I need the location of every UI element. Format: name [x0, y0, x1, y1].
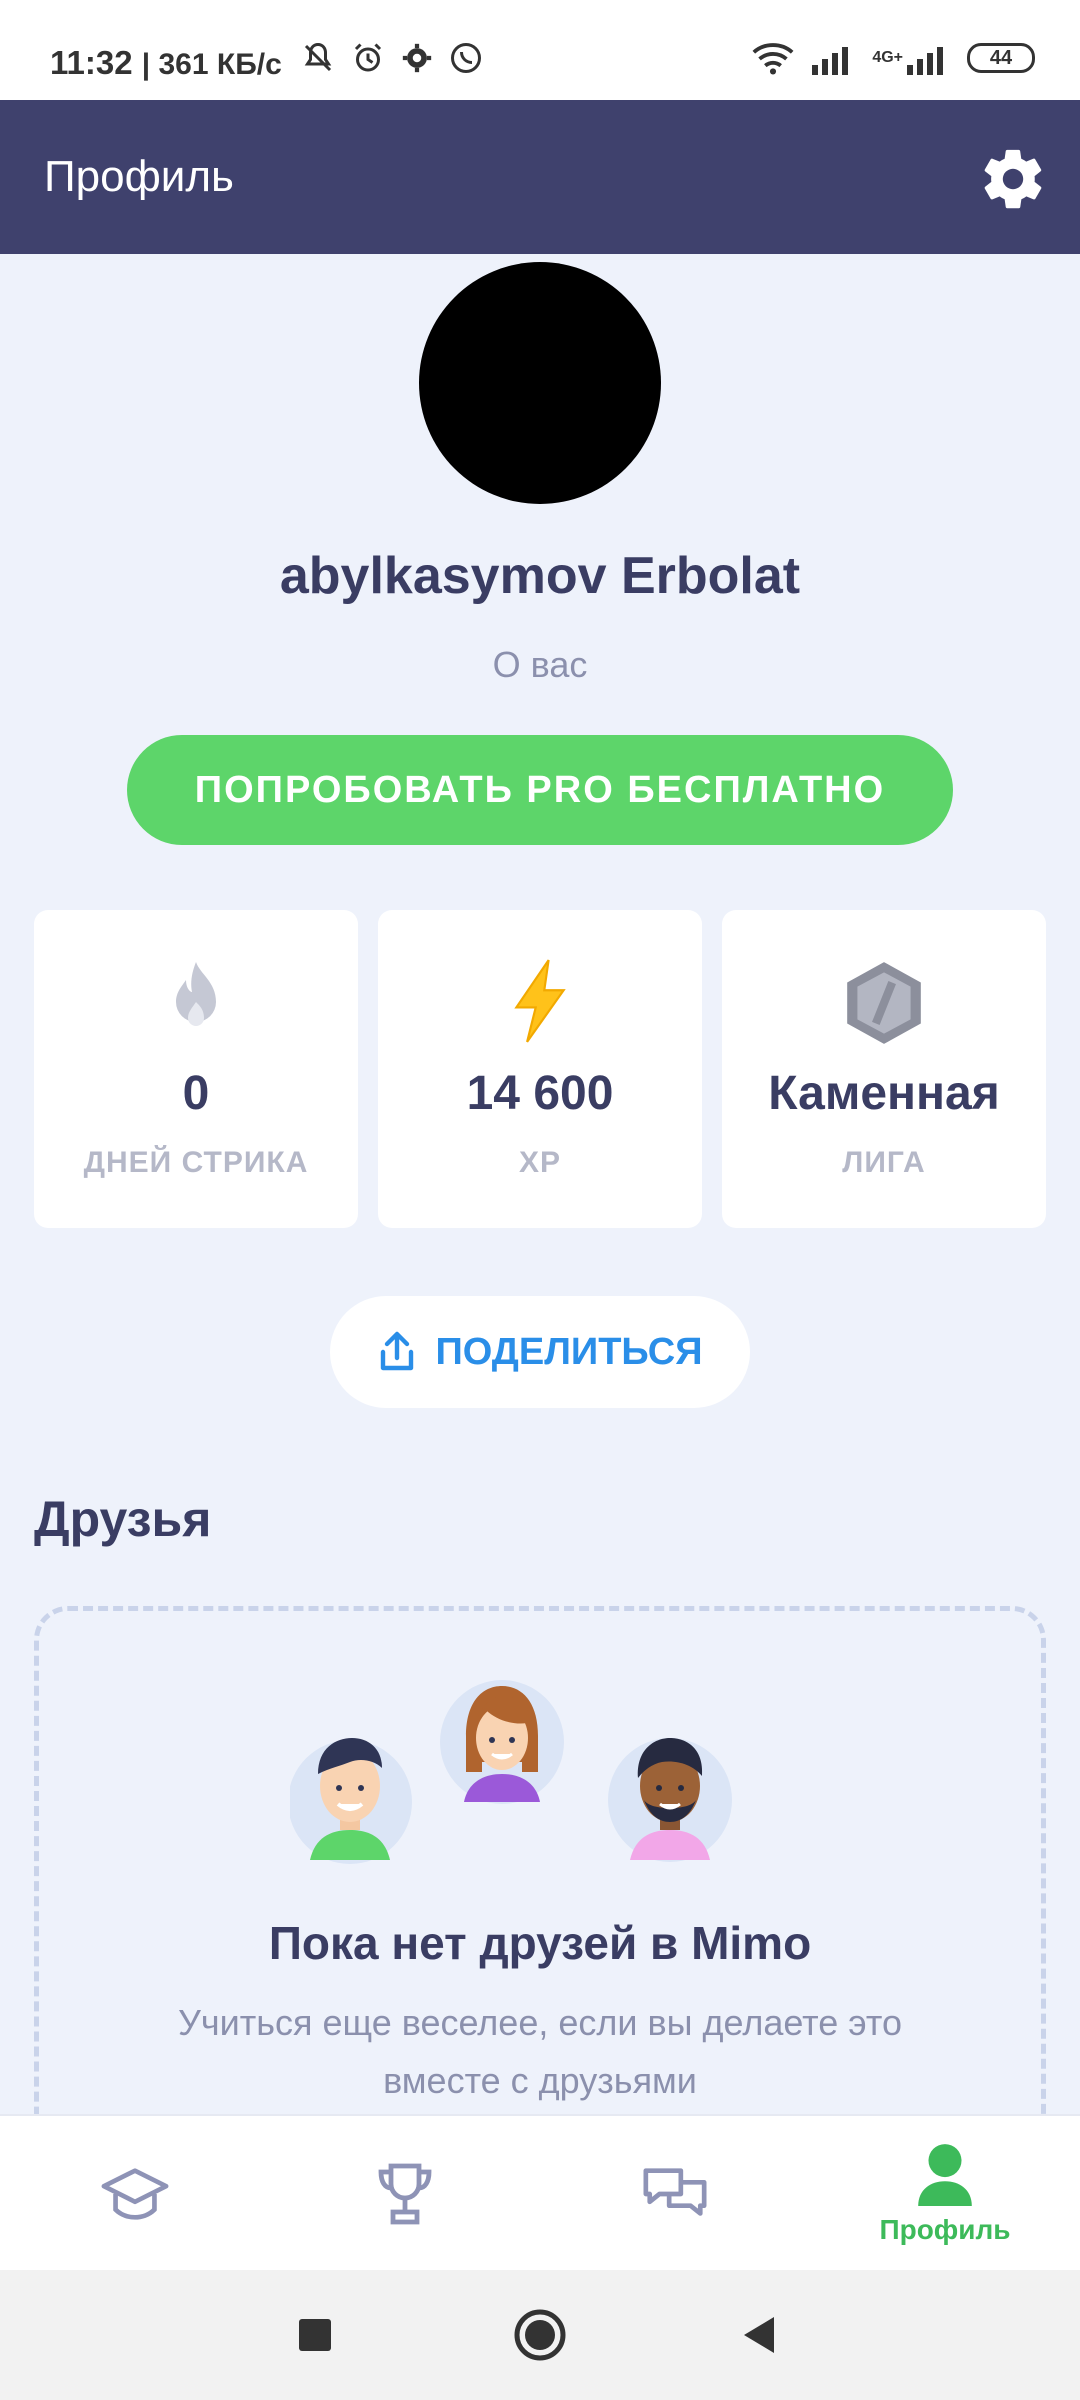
- status-system-icons: 4G+ 44: [750, 40, 1035, 76]
- trophy-icon: [378, 2163, 432, 2225]
- muted-bell-icon: [304, 42, 332, 72]
- back-button[interactable]: [725, 2300, 795, 2370]
- alarm-icon: [354, 43, 382, 72]
- square-icon: [299, 2319, 331, 2351]
- profile-icon: [918, 2144, 972, 2206]
- network-speed: | 361 КБ/с: [141, 48, 282, 81]
- chat-icon: [643, 2168, 707, 2216]
- xp-label: XP: [518, 1146, 562, 1179]
- page-title: Профиль: [44, 152, 234, 201]
- wifi-icon: [752, 43, 794, 75]
- status-notification-icons: [300, 40, 484, 76]
- nav-community[interactable]: [540, 2116, 810, 2272]
- status-bar: 11:32 | 361 КБ/с 4G+ 44: [0, 0, 1080, 100]
- about-link[interactable]: О вас: [0, 644, 1080, 686]
- nav-learn[interactable]: [0, 2116, 270, 2272]
- signal-icon-2: [907, 47, 943, 75]
- share-button[interactable]: ПОДЕЛИТЬСЯ: [330, 1296, 750, 1408]
- friends-section-title: Друзья: [34, 1491, 212, 1547]
- signal-icon-1: [812, 47, 849, 75]
- league-value: Каменная: [768, 1067, 1000, 1120]
- profile-screen: 11:32 | 361 КБ/с 4G+ 44 Профиль abylkasy…: [0, 0, 1080, 2400]
- back-triangle-icon: [744, 2317, 774, 2353]
- user-name: abylkasymov Erbolat: [279, 547, 801, 605]
- streak-label: ДНЕЙ СТРИКА: [83, 1146, 309, 1179]
- try-pro-button[interactable]: ПОПРОБОВАТЬ PRO БЕСПЛАТНО: [127, 735, 953, 845]
- stat-icon-wrapper: [722, 958, 1046, 1048]
- battery-level: 44: [989, 46, 1013, 69]
- network-type: 4G+: [872, 49, 903, 66]
- recents-button[interactable]: [280, 2300, 350, 2370]
- league-card[interactable]: Каменная ЛИГА: [722, 910, 1046, 1228]
- avatar[interactable]: [419, 262, 661, 504]
- streak-card[interactable]: 0 ДНЕЙ СТРИКА: [34, 910, 358, 1228]
- whatsapp-icon: [451, 43, 481, 73]
- bottom-navigation: Профиль: [0, 2114, 1080, 2270]
- stat-icon-wrapper: [378, 958, 702, 1048]
- nav-profile[interactable]: Профиль: [810, 2116, 1080, 2272]
- gear-icon: [984, 149, 1042, 209]
- xp-card[interactable]: 14 600 XP: [378, 910, 702, 1228]
- settings-button[interactable]: [978, 144, 1048, 214]
- friends-illustration: [290, 1680, 732, 1864]
- nav-leaderboard[interactable]: [270, 2116, 540, 2272]
- streak-value: 0: [182, 1067, 210, 1120]
- circle-home-icon: [514, 2309, 566, 2361]
- lightning-icon: [514, 959, 566, 1043]
- home-button[interactable]: [505, 2300, 575, 2370]
- battery-indicator: 44: [967, 43, 1035, 73]
- friends-empty-text: Учиться еще веселее, если вы делаете это…: [178, 2002, 902, 2101]
- graduation-cap-icon: [101, 2168, 169, 2220]
- app-bar: Профиль: [0, 100, 1080, 254]
- xp-value: 14 600: [466, 1067, 614, 1120]
- flame-icon: [176, 962, 216, 1026]
- league-badge-icon: [847, 962, 921, 1044]
- status-time: 11:32: [50, 44, 133, 81]
- league-label: ЛИГА: [842, 1146, 926, 1179]
- share-label: ПОДЕЛИТЬСЯ: [435, 1330, 703, 1373]
- share-icon: [381, 1331, 414, 1371]
- nav-profile-label: Профиль: [879, 2214, 1011, 2245]
- settings-status-icon: [402, 43, 432, 73]
- stat-icon-wrapper: [34, 958, 358, 1048]
- friends-empty-title: Пока нет друзей в Mimo: [268, 1917, 812, 1969]
- status-time-and-speed: 11:32 | 361 КБ/с: [50, 44, 282, 82]
- system-navigation-bar: [0, 2270, 1080, 2400]
